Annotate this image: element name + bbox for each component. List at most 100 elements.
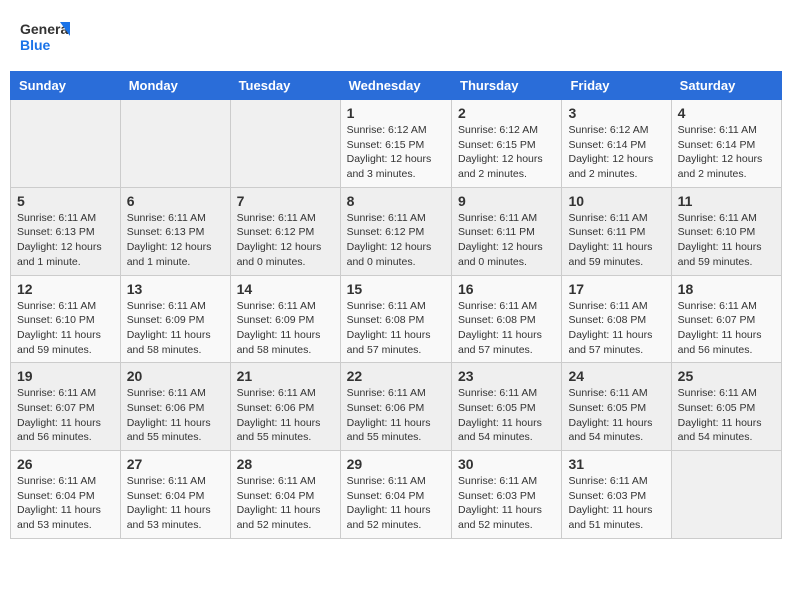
day-number: 23	[458, 368, 555, 384]
calendar-cell: 14Sunrise: 6:11 AMSunset: 6:09 PMDayligh…	[230, 275, 340, 363]
day-info: Sunrise: 6:11 AMSunset: 6:12 PMDaylight:…	[347, 211, 445, 270]
day-number: 27	[127, 456, 224, 472]
calendar-cell: 15 Sunrise: 6:11 AMSunset: 6:08 PMDayligh…	[340, 275, 451, 363]
calendar-cell: 7 Sunrise: 6:11 AMSunset: 6:12 PMDaylight…	[230, 187, 340, 275]
day-info: Sunrise: 6:11 AMSunset: 6:04 PMDaylight:…	[237, 474, 334, 533]
calendar-week-4: 19 Sunrise: 6:11 AMSunset: 6:07 PMDayligh…	[11, 363, 782, 451]
calendar-cell: 20Sunrise: 6:11 AMSunset: 6:06 PMDayligh…	[120, 363, 230, 451]
day-info: Sunrise: 6:11 AMSunset: 6:13 PMDaylight:…	[17, 211, 114, 270]
day-number: 13	[127, 281, 224, 297]
day-info: Sunrise: 6:11 AMSunset: 6:06 PMDaylight:…	[237, 386, 334, 445]
day-info: Sunrise: 6:12 AMSunset: 6:15 PMDaylight:…	[347, 123, 445, 182]
weekday-header-thursday: Thursday	[452, 72, 562, 100]
logo: General Blue	[20, 18, 70, 63]
calendar-cell: 3 Sunrise: 6:12 AMSunset: 6:14 PMDaylight…	[562, 100, 671, 188]
calendar-cell: 10 Sunrise: 6:11 AMSunset: 6:11 PMDayligh…	[562, 187, 671, 275]
day-info: Sunrise: 6:11 AMSunset: 6:06 PMDaylight:…	[347, 386, 445, 445]
day-number: 2	[458, 105, 555, 121]
day-number: 25	[678, 368, 775, 384]
page-header: General Blue	[10, 10, 782, 67]
day-number: 8	[347, 193, 445, 209]
weekday-header-monday: Monday	[120, 72, 230, 100]
calendar-week-1: 1 Sunrise: 6:12 AMSunset: 6:15 PMDaylight…	[11, 100, 782, 188]
calendar-cell: 26 Sunrise: 6:11 AMSunset: 6:04 PMDayligh…	[11, 451, 121, 539]
day-info: Sunrise: 6:11 AMSunset: 6:07 PMDaylight:…	[678, 299, 775, 358]
calendar-cell: 22 Sunrise: 6:11 AMSunset: 6:06 PMDayligh…	[340, 363, 451, 451]
day-number: 1	[347, 105, 445, 121]
day-number: 28	[237, 456, 334, 472]
calendar-cell: 27Sunrise: 6:11 AMSunset: 6:04 PMDayligh…	[120, 451, 230, 539]
day-info: Sunrise: 6:11 AMSunset: 6:11 PMDaylight:…	[568, 211, 664, 270]
calendar-cell: 13 Sunrise: 6:11 AMSunset: 6:09 PMDayligh…	[120, 275, 230, 363]
day-info: Sunrise: 6:11 AMSunset: 6:03 PMDaylight:…	[568, 474, 664, 533]
calendar-cell	[11, 100, 121, 188]
day-number: 3	[568, 105, 664, 121]
day-info: Sunrise: 6:11 AMSunset: 6:09 PMDaylight:…	[127, 299, 224, 358]
calendar-cell: 5Sunrise: 6:11 AMSunset: 6:13 PMDaylight…	[11, 187, 121, 275]
day-number: 30	[458, 456, 555, 472]
day-info: Sunrise: 6:11 AMSunset: 6:11 PMDaylight:…	[458, 211, 555, 270]
day-number: 10	[568, 193, 664, 209]
day-info: Sunrise: 6:12 AMSunset: 6:14 PMDaylight:…	[568, 123, 664, 182]
calendar-cell: 4 Sunrise: 6:11 AMSunset: 6:14 PMDaylight…	[671, 100, 781, 188]
calendar-cell: 18 Sunrise: 6:11 AMSunset: 6:07 PMDayligh…	[671, 275, 781, 363]
calendar-cell	[230, 100, 340, 188]
day-info: Sunrise: 6:11 AMSunset: 6:04 PMDaylight:…	[347, 474, 445, 533]
day-number: 17	[568, 281, 664, 297]
day-number: 4	[678, 105, 775, 121]
day-number: 26	[17, 456, 114, 472]
day-info: Sunrise: 6:11 AMSunset: 6:08 PMDaylight:…	[347, 299, 445, 358]
calendar-cell: 30 Sunrise: 6:11 AMSunset: 6:03 PMDayligh…	[452, 451, 562, 539]
day-info: Sunrise: 6:11 AMSunset: 6:10 PMDaylight:…	[17, 299, 114, 358]
day-number: 19	[17, 368, 114, 384]
day-number: 15	[347, 281, 445, 297]
day-info: Sunrise: 6:11 AMSunset: 6:12 PMDaylight:…	[237, 211, 334, 270]
day-info: Sunrise: 6:11 AMSunset: 6:10 PMDaylight:…	[678, 211, 775, 270]
calendar-cell: 29 Sunrise: 6:11 AMSunset: 6:04 PMDayligh…	[340, 451, 451, 539]
weekday-header-row: SundayMondayTuesdayWednesdayThursdayFrid…	[11, 72, 782, 100]
calendar-cell: 6Sunrise: 6:11 AMSunset: 6:13 PMDaylight…	[120, 187, 230, 275]
day-info: Sunrise: 6:11 AMSunset: 6:05 PMDaylight:…	[568, 386, 664, 445]
calendar-cell: 21 Sunrise: 6:11 AMSunset: 6:06 PMDayligh…	[230, 363, 340, 451]
day-info: Sunrise: 6:11 AMSunset: 6:08 PMDaylight:…	[568, 299, 664, 358]
weekday-header-saturday: Saturday	[671, 72, 781, 100]
day-info: Sunrise: 6:11 AMSunset: 6:14 PMDaylight:…	[678, 123, 775, 182]
calendar-cell	[120, 100, 230, 188]
calendar-week-2: 5Sunrise: 6:11 AMSunset: 6:13 PMDaylight…	[11, 187, 782, 275]
day-info: Sunrise: 6:11 AMSunset: 6:07 PMDaylight:…	[17, 386, 114, 445]
day-number: 9	[458, 193, 555, 209]
weekday-header-sunday: Sunday	[11, 72, 121, 100]
calendar-week-5: 26 Sunrise: 6:11 AMSunset: 6:04 PMDayligh…	[11, 451, 782, 539]
day-number: 31	[568, 456, 664, 472]
day-info: Sunrise: 6:11 AMSunset: 6:04 PMDaylight:…	[17, 474, 114, 533]
day-number: 22	[347, 368, 445, 384]
calendar-cell: 8 Sunrise: 6:11 AMSunset: 6:12 PMDaylight…	[340, 187, 451, 275]
calendar-cell: 2Sunrise: 6:12 AMSunset: 6:15 PMDaylight…	[452, 100, 562, 188]
calendar-cell: 17 Sunrise: 6:11 AMSunset: 6:08 PMDayligh…	[562, 275, 671, 363]
day-number: 21	[237, 368, 334, 384]
calendar-cell: 28 Sunrise: 6:11 AMSunset: 6:04 PMDayligh…	[230, 451, 340, 539]
day-number: 16	[458, 281, 555, 297]
day-info: Sunrise: 6:11 AMSunset: 6:05 PMDaylight:…	[678, 386, 775, 445]
day-number: 29	[347, 456, 445, 472]
calendar-cell: 25 Sunrise: 6:11 AMSunset: 6:05 PMDayligh…	[671, 363, 781, 451]
day-info: Sunrise: 6:11 AMSunset: 6:03 PMDaylight:…	[458, 474, 555, 533]
logo-svg: General Blue	[20, 18, 70, 63]
calendar-cell: 23 Sunrise: 6:11 AMSunset: 6:05 PMDayligh…	[452, 363, 562, 451]
day-number: 7	[237, 193, 334, 209]
calendar-cell: 1 Sunrise: 6:12 AMSunset: 6:15 PMDaylight…	[340, 100, 451, 188]
svg-text:Blue: Blue	[20, 37, 51, 53]
day-number: 18	[678, 281, 775, 297]
calendar-cell: 31 Sunrise: 6:11 AMSunset: 6:03 PMDayligh…	[562, 451, 671, 539]
day-number: 12	[17, 281, 114, 297]
day-number: 14	[237, 281, 334, 297]
calendar-cell: 24 Sunrise: 6:11 AMSunset: 6:05 PMDayligh…	[562, 363, 671, 451]
calendar-table: SundayMondayTuesdayWednesdayThursdayFrid…	[10, 71, 782, 539]
day-number: 24	[568, 368, 664, 384]
calendar-cell: 16Sunrise: 6:11 AMSunset: 6:08 PMDayligh…	[452, 275, 562, 363]
day-info: Sunrise: 6:11 AMSunset: 6:05 PMDaylight:…	[458, 386, 555, 445]
calendar-cell: 12 Sunrise: 6:11 AMSunset: 6:10 PMDayligh…	[11, 275, 121, 363]
day-number: 20	[127, 368, 224, 384]
calendar-cell	[671, 451, 781, 539]
calendar-week-3: 12 Sunrise: 6:11 AMSunset: 6:10 PMDayligh…	[11, 275, 782, 363]
